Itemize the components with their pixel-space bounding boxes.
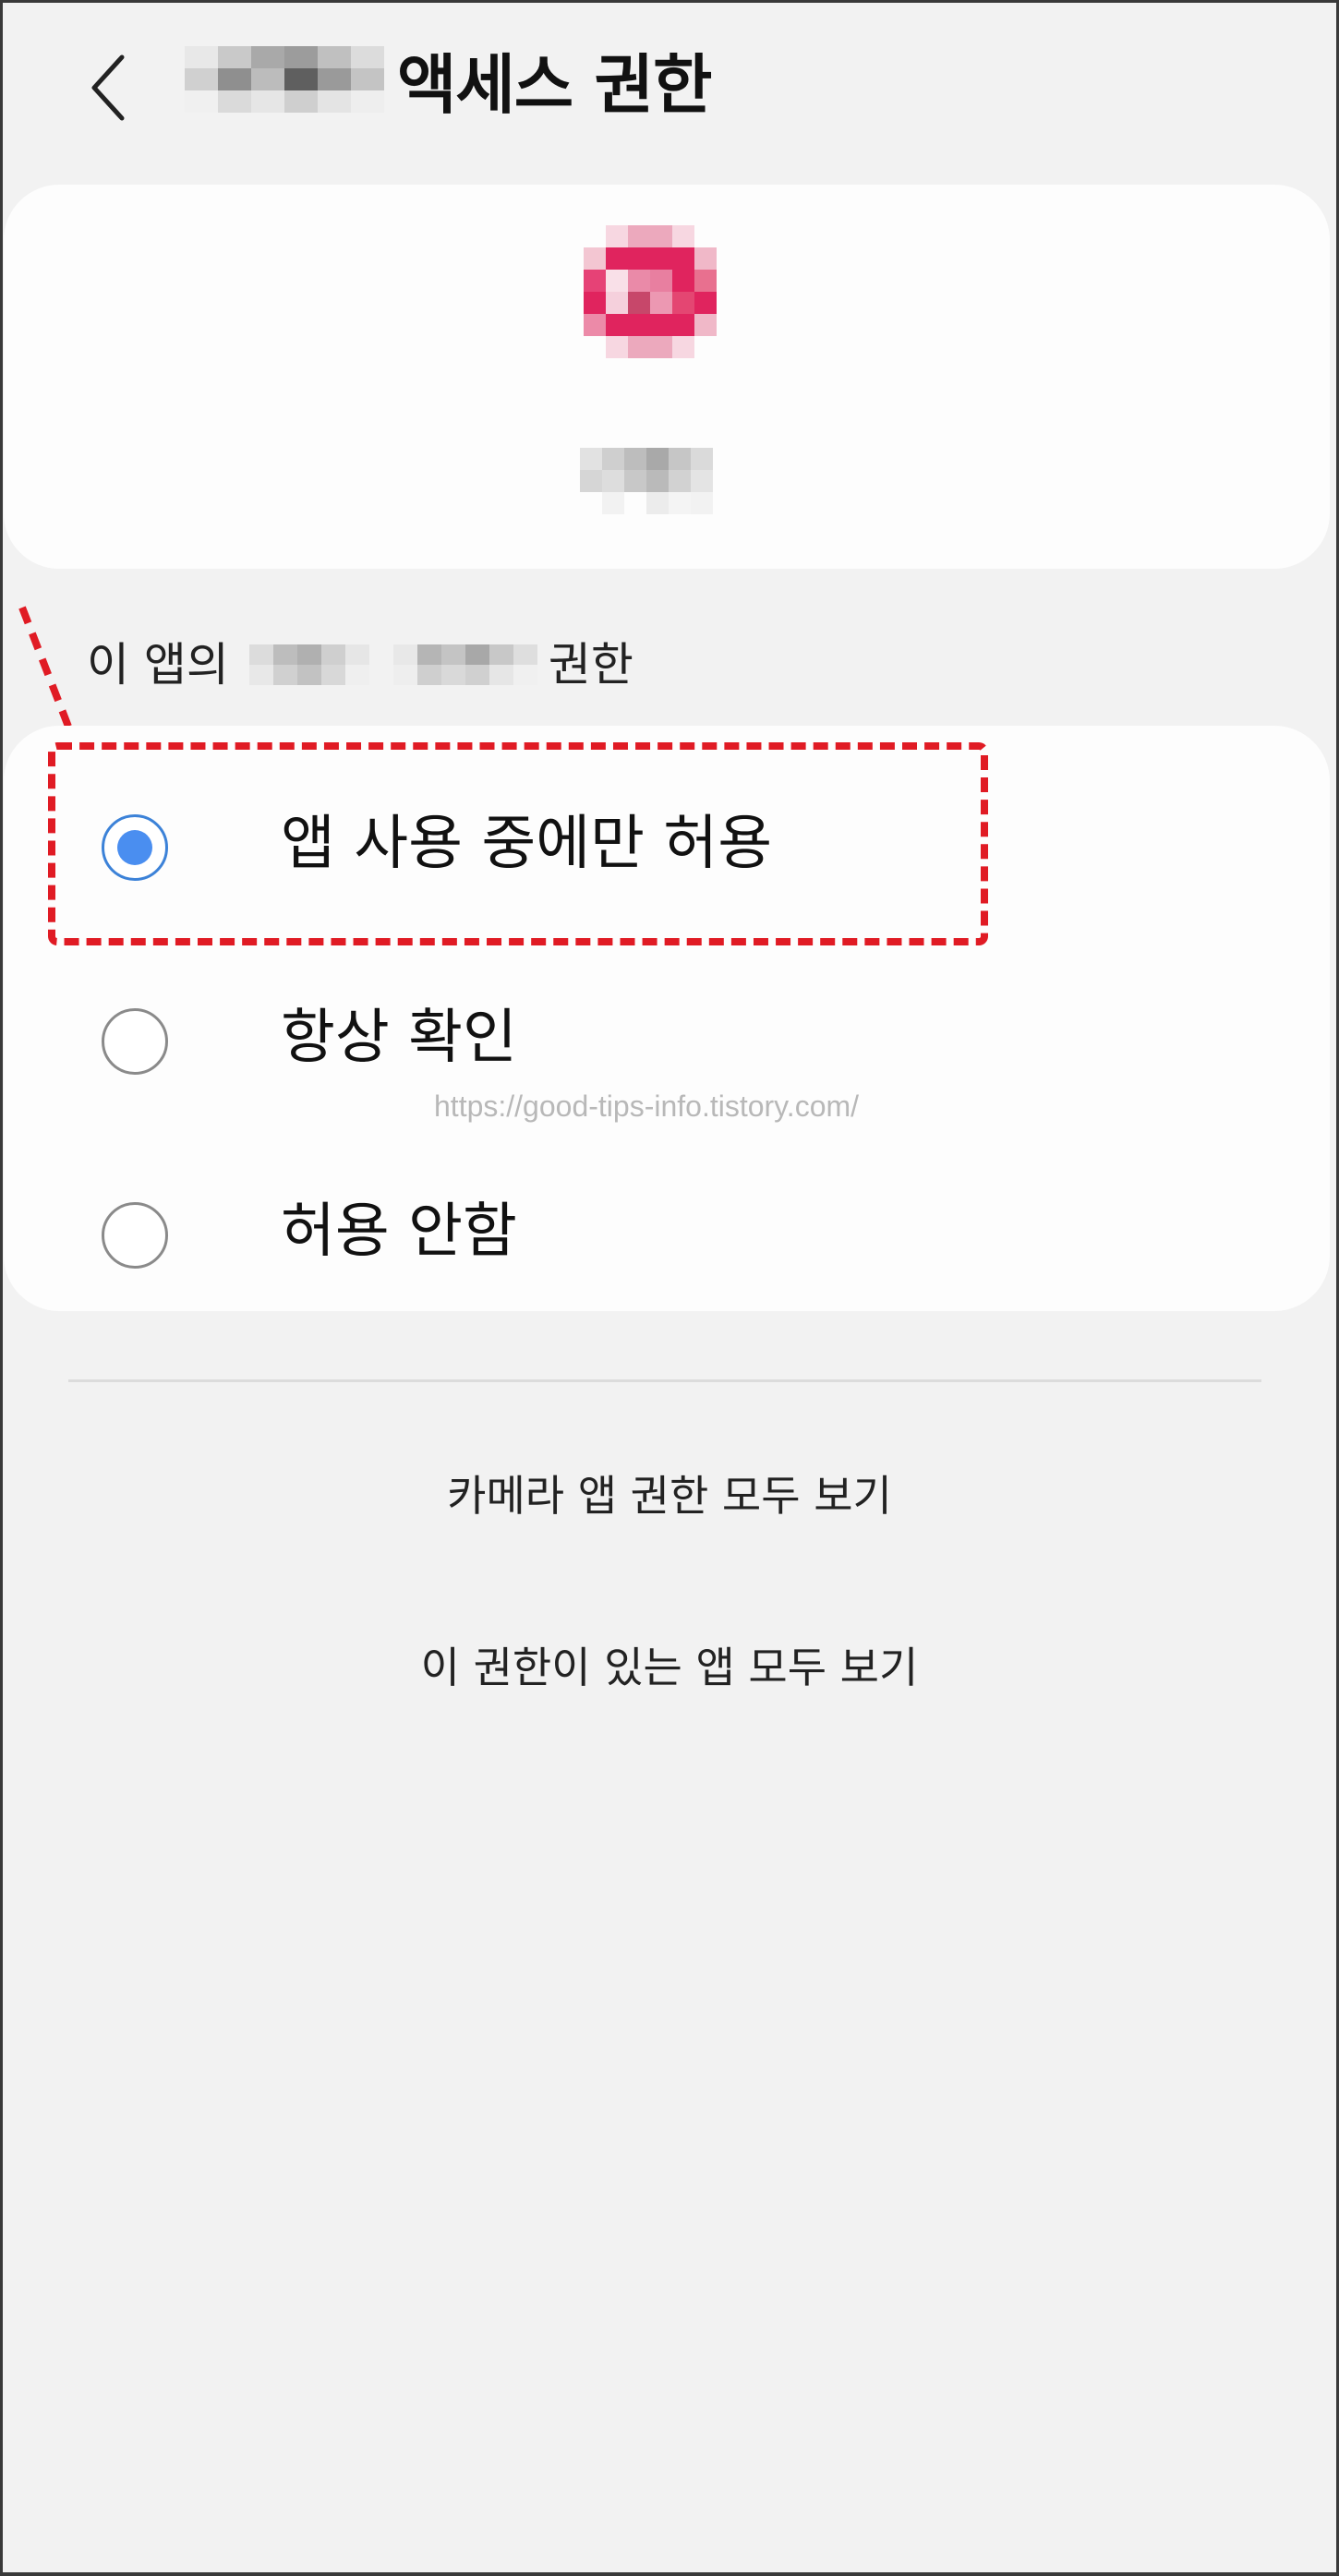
annotation-highlight-box bbox=[48, 742, 988, 945]
redacted-permission-name bbox=[248, 644, 537, 685]
option-ask-every-time[interactable]: 항상 확인 bbox=[4, 920, 1330, 1095]
view-camera-app-permissions-link[interactable]: 카메라 앱 권한 모두 보기 bbox=[0, 1459, 1339, 1533]
page-title: 액세스 권한 bbox=[397, 47, 712, 123]
back-button[interactable] bbox=[81, 46, 137, 129]
watermark-text: https://good-tips-info.tistory.com/ bbox=[434, 1089, 860, 1123]
option-label: 허용 안함 bbox=[281, 1198, 517, 1266]
option-deny[interactable]: 허용 안함 bbox=[4, 1113, 1330, 1289]
top-app-bar: 액세스 권한 bbox=[0, 0, 1339, 175]
radio-button[interactable] bbox=[102, 1202, 168, 1269]
option-label: 항상 확인 bbox=[281, 1004, 517, 1072]
radio-button[interactable] bbox=[102, 1008, 168, 1075]
redacted-app-name bbox=[185, 46, 384, 113]
redacted-app-label bbox=[580, 448, 713, 514]
chevron-left-icon bbox=[91, 54, 125, 121]
view-apps-with-permission-link[interactable]: 이 권한이 있는 앱 모두 보기 bbox=[0, 1631, 1339, 1704]
divider bbox=[68, 1379, 1261, 1382]
section-header-suffix: 권한 bbox=[548, 638, 633, 692]
permission-section-header: 이 앱의 권한 bbox=[87, 619, 633, 711]
app-icon bbox=[584, 225, 717, 358]
app-info-card bbox=[4, 185, 1330, 569]
